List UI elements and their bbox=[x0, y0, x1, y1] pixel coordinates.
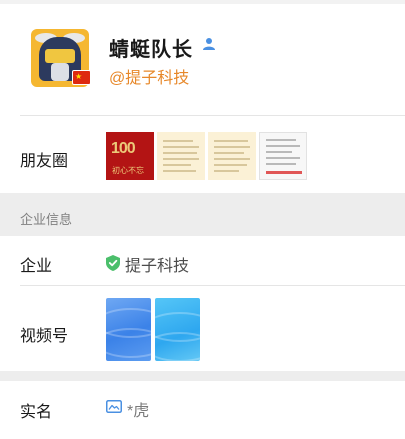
realname-card bbox=[0, 381, 405, 439]
realname-label: 实名 bbox=[20, 404, 53, 421]
top-strip bbox=[0, 0, 405, 4]
company-name[interactable]: 提子科技 bbox=[125, 252, 189, 276]
contact-name: 蜻蜓队长 bbox=[109, 39, 193, 61]
organization-tag[interactable]: @提子科技 bbox=[109, 64, 189, 88]
moments-thumbnail[interactable] bbox=[157, 132, 205, 180]
video-channel-label[interactable]: 视频号 bbox=[20, 322, 68, 346]
realname-value: *虎 bbox=[127, 403, 150, 420]
divider bbox=[20, 115, 405, 116]
china-flag-icon: ★ bbox=[72, 70, 91, 85]
video-thumbnail[interactable] bbox=[155, 298, 200, 361]
company-label: 企业 bbox=[20, 258, 53, 275]
enterprise-card bbox=[0, 236, 405, 371]
moments-thumbnail[interactable]: 100 初心不忘 bbox=[106, 132, 154, 180]
moments-thumbnail[interactable] bbox=[259, 132, 307, 180]
divider bbox=[20, 285, 405, 286]
profile-card: ★ 蜻蜓队长 @提子科技 朋友圈 100 初心不忘 bbox=[0, 0, 405, 193]
person-icon bbox=[203, 38, 215, 50]
enterprise-section-header: 企业信息 bbox=[20, 212, 73, 227]
video-thumbnail[interactable] bbox=[106, 298, 151, 361]
verified-shield-icon bbox=[106, 255, 120, 271]
moments-thumbnail[interactable] bbox=[208, 132, 256, 180]
moments-label[interactable]: 朋友圈 bbox=[20, 147, 68, 171]
id-card-icon bbox=[106, 400, 122, 413]
